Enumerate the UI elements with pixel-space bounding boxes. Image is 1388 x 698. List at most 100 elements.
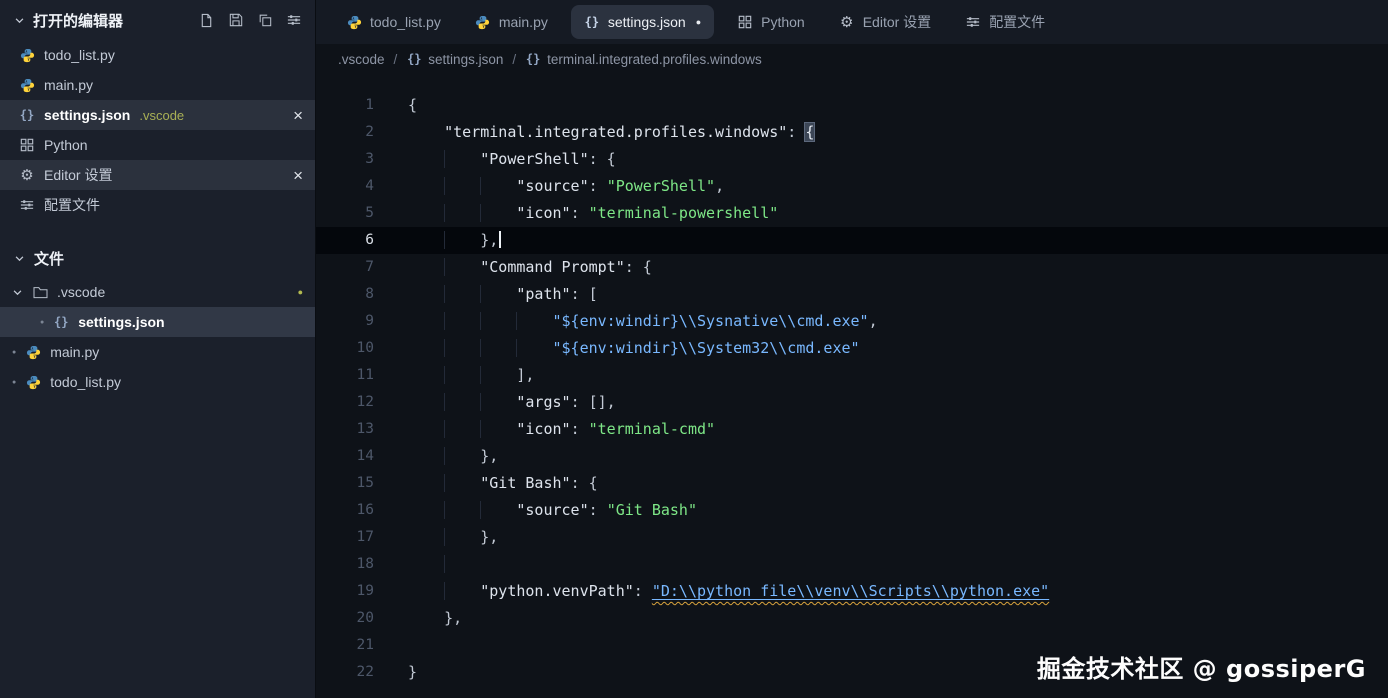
code-text: },: [374, 227, 501, 254]
open-editor-item[interactable]: {}settings.json.vscode×: [0, 100, 315, 130]
code-line[interactable]: 9 "${env:windir}\\Sysnative\\cmd.exe",: [316, 308, 1388, 335]
open-editor-item[interactable]: todo_list.py: [0, 40, 315, 70]
open-editor-item[interactable]: Python: [0, 130, 315, 160]
code-line[interactable]: 11 ],: [316, 362, 1388, 389]
code-line[interactable]: 12 "args": [],: [316, 389, 1388, 416]
line-number: 6: [316, 227, 374, 254]
open-editors-title: 打开的编辑器: [33, 10, 123, 31]
new-file-button[interactable]: [199, 13, 214, 28]
tab-main.py[interactable]: main.py: [459, 0, 564, 44]
code-text: [374, 632, 408, 659]
code-text: },: [374, 443, 498, 470]
breadcrumb-item[interactable]: {} settings.json: [406, 52, 503, 67]
code-text: "args": [],: [374, 389, 616, 416]
open-editor-item[interactable]: 配置文件: [0, 190, 315, 220]
code-text: "icon": "terminal-powershell": [374, 200, 778, 227]
sliders-button[interactable]: [287, 13, 301, 28]
braces-icon: {}: [525, 52, 541, 66]
code-line[interactable]: 4 "source": "PowerShell",: [316, 173, 1388, 200]
vscode-window: 打开的编辑器 todo_list.pymain.py{}settings.jso…: [0, 0, 1388, 698]
line-number: 20: [316, 605, 374, 632]
code-line[interactable]: 8 "path": [: [316, 281, 1388, 308]
braces-icon: {}: [53, 315, 69, 329]
python-icon: [19, 48, 35, 63]
breadcrumb-separator: /: [512, 52, 516, 67]
code-text: "path": [: [374, 281, 598, 308]
tab-Editor-[interactable]: ⚙Editor 设置: [823, 0, 947, 44]
open-editor-item[interactable]: ⚙ Editor 设置 ×: [0, 160, 315, 190]
gear-icon: ⚙: [19, 168, 35, 183]
code-line[interactable]: 20 },: [316, 605, 1388, 632]
breadcrumb-label: settings.json: [428, 52, 503, 67]
tab-todo_list.py[interactable]: todo_list.py: [330, 0, 457, 44]
file-tree-item[interactable]: ● todo_list.py: [0, 367, 315, 397]
code-line[interactable]: 19 "python.venvPath": "D:\\python_file\\…: [316, 578, 1388, 605]
breadcrumb-label: .vscode: [338, 52, 385, 67]
breadcrumb: .vscode/{}settings.json/{}terminal.integ…: [316, 44, 1388, 74]
code-text: },: [374, 605, 462, 632]
code-line[interactable]: 3 "PowerShell": {: [316, 146, 1388, 173]
line-number: 5: [316, 200, 374, 227]
line-number: 18: [316, 551, 374, 578]
file-tree-item[interactable]: ●main.py: [0, 337, 315, 367]
close-editor-button[interactable]: ×: [293, 167, 303, 184]
python-icon: [25, 345, 41, 360]
file-label: .vscode: [57, 284, 105, 300]
python-icon: [346, 15, 362, 30]
line-number: 10: [316, 335, 374, 362]
python-icon: [19, 78, 35, 93]
code-line[interactable]: 5 "icon": "terminal-powershell": [316, 200, 1388, 227]
braces-icon: {}: [406, 52, 422, 66]
tab-label: todo_list.py: [370, 14, 441, 30]
code-line[interactable]: 15 "Git Bash": {: [316, 470, 1388, 497]
tab-bar: todo_list.pymain.py{}settings.json●Pytho…: [316, 0, 1388, 44]
code-line[interactable]: 18: [316, 551, 1388, 578]
save-all-button[interactable]: [229, 13, 243, 28]
code-line[interactable]: 2 "terminal.integrated.profiles.windows"…: [316, 119, 1388, 146]
tab-Python[interactable]: Python: [721, 0, 821, 44]
line-number: 13: [316, 416, 374, 443]
breadcrumb-item[interactable]: {}terminal.integrated.profiles.windows: [525, 52, 762, 67]
tab-settings.json[interactable]: {}settings.json●: [571, 5, 714, 39]
line-number: 1: [316, 92, 374, 119]
line-number: 11: [316, 362, 374, 389]
warning-squiggle: "D:\\python_file\\venv\\Scripts\\python.…: [652, 582, 1049, 600]
close-all-button[interactable]: [258, 13, 272, 28]
code-line[interactable]: 7 "Command Prompt": {: [316, 254, 1388, 281]
code-line[interactable]: 17 },: [316, 524, 1388, 551]
files-section-header[interactable]: 文件: [0, 240, 315, 277]
close-editor-button[interactable]: ×: [293, 107, 303, 124]
code-text: "Command Prompt": {: [374, 254, 652, 281]
folder-modified-dot: ●: [298, 287, 303, 297]
code-text: "icon": "terminal-cmd": [374, 416, 715, 443]
code-text: "${env:windir}\\System32\\cmd.exe": [374, 335, 860, 362]
code-line[interactable]: 1{: [316, 92, 1388, 119]
line-number: 9: [316, 308, 374, 335]
open-editors-header: 打开的编辑器: [0, 0, 315, 40]
line-number: 4: [316, 173, 374, 200]
folder-icon: [32, 286, 48, 299]
breadcrumb-item[interactable]: .vscode: [338, 52, 385, 67]
modified-dot: ●: [12, 379, 16, 386]
code-text: "python.venvPath": "D:\\python_file\\ven…: [374, 578, 1049, 605]
file-label: todo_list.py: [50, 374, 121, 390]
open-editor-item[interactable]: main.py: [0, 70, 315, 100]
open-editor-label: Editor 设置: [44, 165, 112, 185]
code-editor[interactable]: 1{2 "terminal.integrated.profiles.window…: [316, 74, 1388, 698]
chevron-down-icon: [14, 15, 25, 26]
tab--[interactable]: 配置文件: [949, 0, 1061, 44]
code-line[interactable]: 6 },: [316, 227, 1388, 254]
code-line[interactable]: 13 "icon": "terminal-cmd": [316, 416, 1388, 443]
tab-label: Editor 设置: [863, 12, 931, 32]
tab-label: settings.json: [608, 14, 686, 30]
code-line[interactable]: 14 },: [316, 443, 1388, 470]
file-tree-item[interactable]: .vscode ●: [0, 277, 315, 307]
line-number: 3: [316, 146, 374, 173]
code-line[interactable]: 16 "source": "Git Bash": [316, 497, 1388, 524]
code-line[interactable]: 10 "${env:windir}\\System32\\cmd.exe": [316, 335, 1388, 362]
file-tree-item[interactable]: ●{}settings.json: [0, 307, 315, 337]
tab-label: Python: [761, 14, 805, 30]
line-number: 15: [316, 470, 374, 497]
braces-icon: {}: [584, 15, 600, 29]
line-number: 16: [316, 497, 374, 524]
